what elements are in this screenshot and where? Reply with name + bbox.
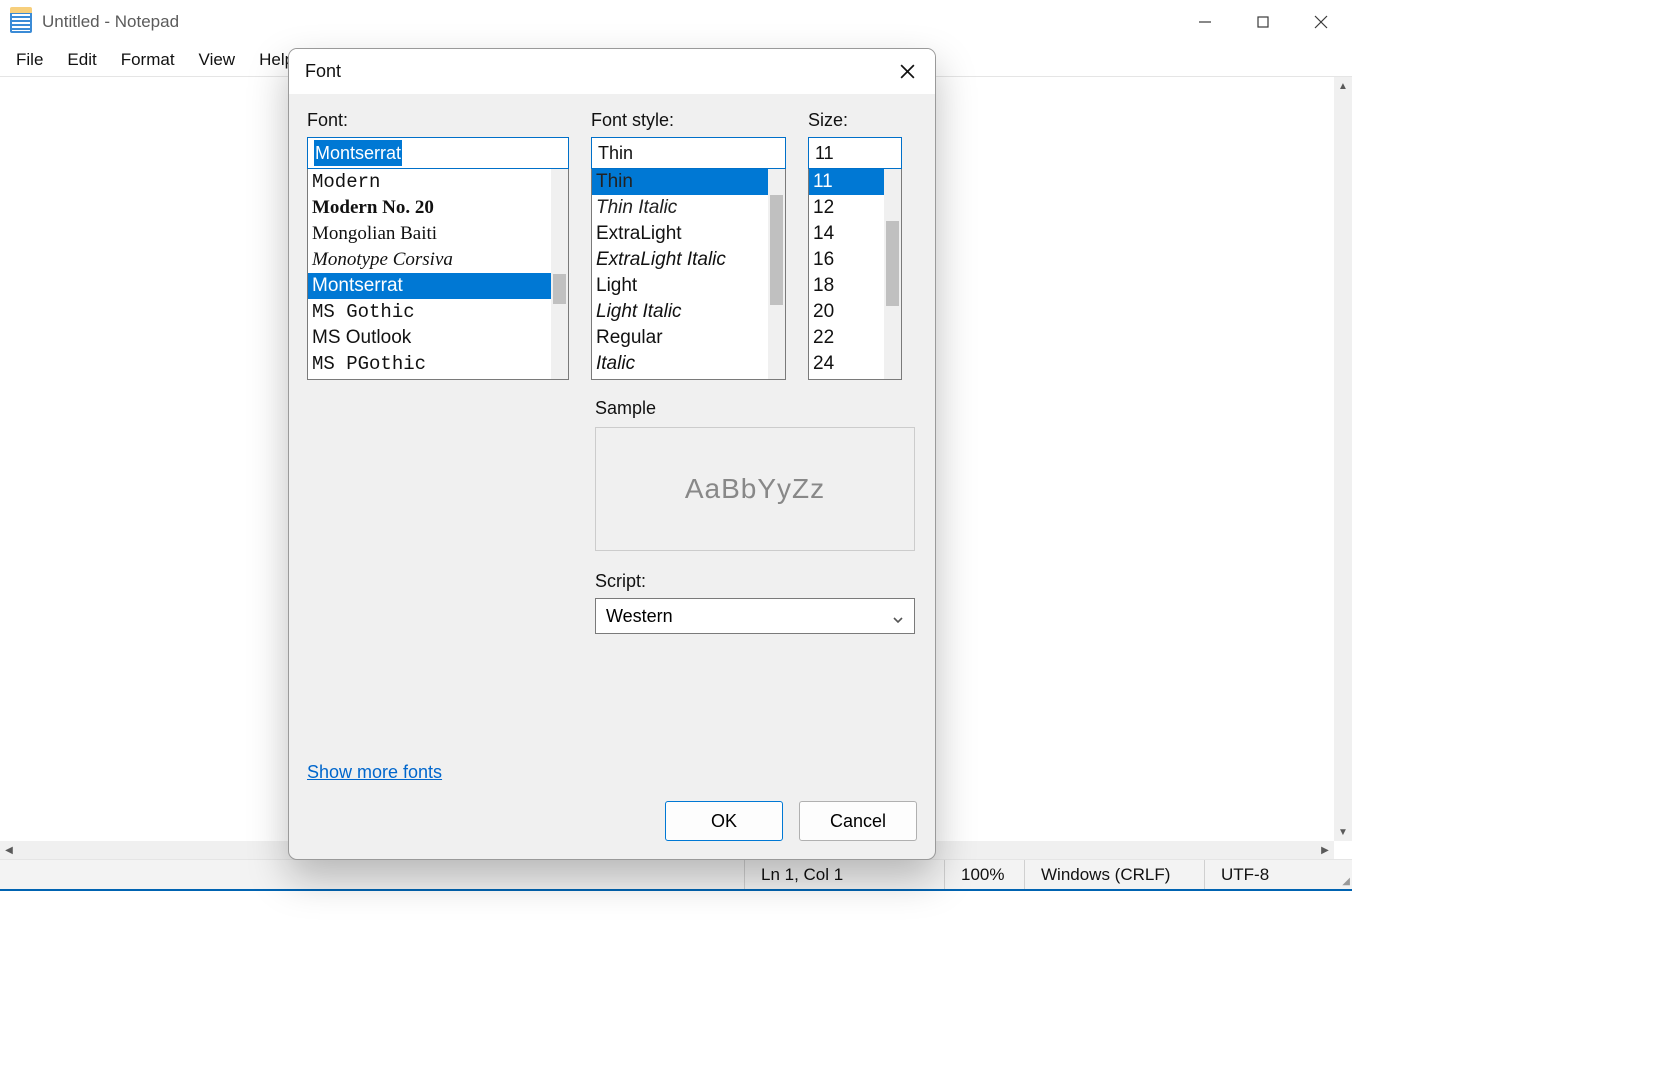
minimize-button[interactable]	[1176, 3, 1234, 41]
size-option-selected[interactable]: 11	[809, 169, 884, 195]
font-option[interactable]: MS PGothic	[308, 351, 551, 377]
scroll-up-icon[interactable]: ▲	[1334, 77, 1352, 95]
style-option[interactable]: Italic	[592, 351, 768, 377]
style-option[interactable]: ExtraLight Italic	[592, 247, 768, 273]
menu-format[interactable]: Format	[109, 46, 187, 74]
statusbar: Ln 1, Col 1 100% Windows (CRLF) UTF-8 ◢	[0, 859, 1352, 889]
script-value: Western	[606, 606, 673, 627]
notepad-icon	[10, 11, 32, 33]
menu-view[interactable]: View	[187, 46, 248, 74]
notepad-window: Untitled - Notepad File Edit Format View…	[0, 0, 1352, 891]
window-title: Untitled - Notepad	[42, 12, 179, 32]
font-option[interactable]: MS Outlook	[308, 325, 551, 351]
vertical-scrollbar[interactable]: ▲ ▼	[1334, 77, 1352, 841]
size-option[interactable]: 18	[809, 273, 884, 299]
size-label: Size:	[808, 110, 902, 131]
style-label: Font style:	[591, 110, 786, 131]
size-option[interactable]: 14	[809, 221, 884, 247]
ok-button[interactable]: OK	[665, 801, 783, 841]
scroll-left-icon[interactable]: ◀	[0, 841, 18, 859]
status-encoding: UTF-8	[1204, 860, 1334, 889]
status-zoom: 100%	[944, 860, 1024, 889]
size-list-scrollbar[interactable]	[884, 169, 901, 379]
font-option[interactable]: Modern No. 20	[308, 195, 551, 221]
show-more-fonts-link[interactable]: Show more fonts	[307, 722, 917, 783]
size-option[interactable]: 12	[809, 195, 884, 221]
size-option[interactable]: 20	[809, 299, 884, 325]
font-list-scrollbar[interactable]	[551, 169, 568, 379]
sample-text: AaBbYyZz	[685, 473, 825, 505]
resize-grip-icon[interactable]: ◢	[1334, 860, 1352, 889]
scroll-down-icon[interactable]: ▼	[1334, 823, 1352, 841]
font-option-selected[interactable]: Montserrat	[308, 273, 551, 299]
chevron-down-icon	[892, 610, 904, 622]
style-list-scrollbar[interactable]	[768, 169, 785, 379]
maximize-button[interactable]	[1234, 3, 1292, 41]
style-option[interactable]: ExtraLight	[592, 221, 768, 247]
style-option[interactable]: Regular	[592, 325, 768, 351]
style-option[interactable]: Thin Italic	[592, 195, 768, 221]
font-label: Font:	[307, 110, 569, 131]
dialog-title: Font	[305, 61, 341, 82]
font-option[interactable]: MS Gothic	[308, 299, 551, 325]
font-option[interactable]: Monotype Corsiva	[308, 247, 551, 273]
dialog-titlebar[interactable]: Font	[289, 49, 935, 94]
style-input[interactable]	[591, 137, 786, 169]
menu-file[interactable]: File	[4, 46, 55, 74]
font-option[interactable]: Modern	[308, 169, 551, 195]
script-label: Script:	[595, 571, 915, 592]
size-list[interactable]: 11 12 14 16 18 20 22 24	[808, 169, 902, 380]
close-button[interactable]	[1292, 3, 1350, 41]
dialog-close-button[interactable]	[883, 54, 931, 90]
status-line-ending: Windows (CRLF)	[1024, 860, 1204, 889]
size-option[interactable]: 16	[809, 247, 884, 273]
titlebar[interactable]: Untitled - Notepad	[0, 0, 1352, 44]
size-option[interactable]: 24	[809, 351, 884, 377]
scroll-right-icon[interactable]: ▶	[1316, 841, 1334, 859]
script-select[interactable]: Western	[595, 598, 915, 634]
font-list[interactable]: Modern Modern No. 20 Mongolian Baiti Mon…	[307, 169, 569, 380]
font-input[interactable]	[307, 137, 569, 169]
sample-preview: AaBbYyZz	[595, 427, 915, 551]
font-dialog: Font Font: Montserrat	[288, 48, 936, 860]
size-option[interactable]: 22	[809, 325, 884, 351]
size-input[interactable]	[808, 137, 902, 169]
cancel-button[interactable]: Cancel	[799, 801, 917, 841]
style-option[interactable]: Light	[592, 273, 768, 299]
style-option[interactable]: Light Italic	[592, 299, 768, 325]
menu-edit[interactable]: Edit	[55, 46, 108, 74]
sample-label: Sample	[595, 398, 915, 419]
style-option-selected[interactable]: Thin	[592, 169, 768, 195]
font-option[interactable]: Mongolian Baiti	[308, 221, 551, 247]
style-list[interactable]: Thin Thin Italic ExtraLight ExtraLight I…	[591, 169, 786, 380]
status-caret-position: Ln 1, Col 1	[744, 860, 944, 889]
